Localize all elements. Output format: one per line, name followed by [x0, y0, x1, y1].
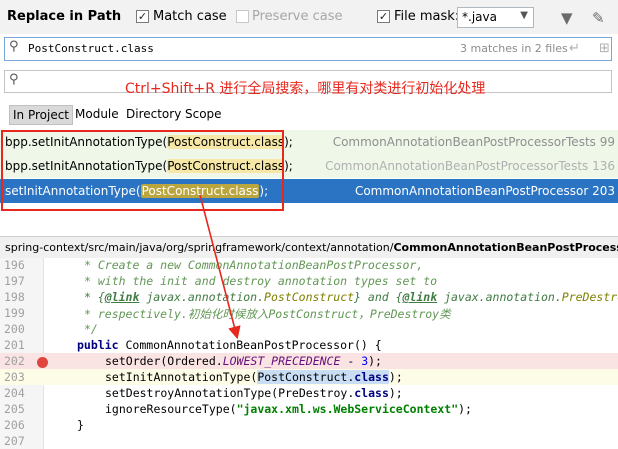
javadoc-tag: @link [402, 290, 438, 304]
line-number: 200 [4, 322, 25, 336]
keyword: class [354, 386, 389, 400]
preview-path-bar: spring-context/src/main/java/org/springf… [0, 236, 618, 258]
line-text: setInitAnnotationType( [105, 370, 258, 384]
line-number: 198 [4, 290, 25, 304]
line-text: setDestroyAnnotationType(PreDestroy. [105, 386, 355, 400]
tab-module[interactable]: Module [72, 105, 122, 125]
expand-icon[interactable]: ⊞ [599, 41, 610, 56]
line-text: - [340, 354, 362, 368]
result-suffix: ); [284, 135, 293, 149]
doc-text: javax.annotation. [139, 290, 265, 304]
line-text: ); [458, 402, 472, 416]
line-number: 206 [4, 418, 25, 432]
result-file: CommonAnnotationBeanPostProcessorTests 9… [332, 135, 615, 149]
string-literal: "javax.xml.ws.WebServiceContext" [236, 402, 459, 416]
javadoc-tag: @link [104, 290, 140, 304]
doc-text: } and { [354, 290, 403, 304]
search-icon: ⚲ [9, 39, 19, 54]
search-icon: ⚲ [9, 72, 19, 87]
class-ref: PostConstruct [264, 290, 355, 304]
line-text: ); [388, 386, 403, 400]
line-number: 205 [4, 402, 25, 416]
line-number: 196 [4, 258, 25, 272]
line-text: */ [84, 322, 98, 336]
line-number: 201 [4, 338, 25, 352]
line-text: * Create a new CommonAnnotationBeanPostP… [84, 258, 424, 272]
doc-text: * { [84, 290, 105, 304]
code-preview[interactable]: 196 * Create a new CommonAnnotationBeanP… [0, 258, 618, 449]
file-mask-value: *.java [462, 10, 497, 24]
code-line-current: 203 setInitAnnotationType(PostConstruct.… [0, 369, 618, 385]
keyword: class [354, 370, 389, 384]
line-text: ); [368, 354, 382, 368]
annotation-box [1, 130, 284, 211]
line-number: 197 [4, 274, 25, 288]
keyword: public [77, 338, 119, 352]
match-count: 3 matches in 2 files [460, 42, 568, 55]
tab-scope[interactable]: Scope [182, 105, 225, 125]
file-mask-dropdown[interactable]: *.java ▼ [457, 7, 534, 28]
line-text: ignoreResourceType( [105, 402, 237, 416]
line-text: setOrder(Ordered. [105, 354, 223, 368]
search-query: PostConstruct.class [28, 42, 154, 55]
result-file: CommonAnnotationBeanPostProcessorTests 1… [325, 159, 615, 173]
search-highlight: PostConstruct. [257, 370, 355, 384]
filter-icon[interactable]: ▼ [561, 9, 573, 27]
annotation-text: Ctrl+Shift+R 进行全局搜索，哪里有对类进行初始化处理 [125, 81, 486, 97]
search-input[interactable]: ⚲ PostConstruct.class 3 matches in 2 fil… [4, 37, 612, 61]
tab-in-project[interactable]: In Project [9, 105, 74, 125]
code-line-breakpoint: 202 setOrder(Ordered.LOWEST_PRECEDENCE -… [0, 353, 618, 369]
match-case-label[interactable]: Match case [153, 9, 227, 24]
static-field: LOWEST_PRECEDENCE [222, 354, 341, 368]
line-text: ); [388, 370, 403, 384]
result-file: CommonAnnotationBeanPostProcessor 203 [354, 184, 615, 198]
breakpoint-icon[interactable] [37, 357, 48, 368]
line-text: * with the init and destroy annotation t… [84, 274, 438, 288]
find-toolbar: Replace in Path ✓ Match case Preserve ca… [0, 0, 618, 34]
class-ref: PreDestroy [561, 290, 618, 304]
line-number: 203 [4, 370, 25, 384]
line-number: 207 [4, 434, 25, 448]
file-mask-label[interactable]: File mask: [394, 9, 459, 24]
path-file: CommonAnnotationBeanPostProcessor.j [393, 241, 618, 254]
result-suffix: ); [284, 159, 293, 173]
chevron-down-icon: ▼ [520, 10, 528, 21]
enter-icon[interactable]: ↵ [569, 41, 580, 56]
code-line: 204 setDestroyAnnotationType(PreDestroy.… [0, 385, 618, 401]
code-line: 207 [0, 433, 618, 449]
code-line: 196 * Create a new CommonAnnotationBeanP… [0, 258, 618, 273]
code-line: 198 * {@link javax.annotation.PostConstr… [0, 289, 618, 305]
code-line: 200 */ [0, 321, 618, 337]
line-text: } [77, 418, 84, 432]
line-number: 199 [4, 306, 25, 320]
code-line: 197 * with the init and destroy annotati… [0, 273, 618, 289]
code-line: 201 public CommonAnnotationBeanPostProce… [0, 337, 618, 353]
tab-directory[interactable]: Directory [123, 105, 184, 125]
dialog-title: Replace in Path [7, 9, 122, 24]
code-line: 199 * respectively.初始化时候放入PostConstruct，… [0, 305, 618, 321]
file-mask-checkbox[interactable]: ✓ [377, 10, 390, 23]
line-text: CommonAnnotationBeanPostProcessor() { [118, 338, 382, 352]
code-line: 206 } [0, 417, 618, 433]
line-text: * respectively.初始化时候放入PostConstruct，PreD… [84, 307, 451, 321]
pin-icon[interactable]: ✎ [592, 9, 605, 27]
preserve-case-checkbox[interactable] [236, 10, 249, 23]
path-dir: spring-context/src/main/java/org/springf… [5, 241, 394, 254]
match-case-checkbox[interactable]: ✓ [136, 10, 149, 23]
line-number: 202 [4, 354, 25, 368]
preserve-case-label[interactable]: Preserve case [252, 9, 343, 24]
doc-text: javax.annotation. [437, 290, 562, 304]
code-line: 205 ignoreResourceType("javax.xml.ws.Web… [0, 401, 618, 417]
line-number: 204 [4, 386, 25, 400]
